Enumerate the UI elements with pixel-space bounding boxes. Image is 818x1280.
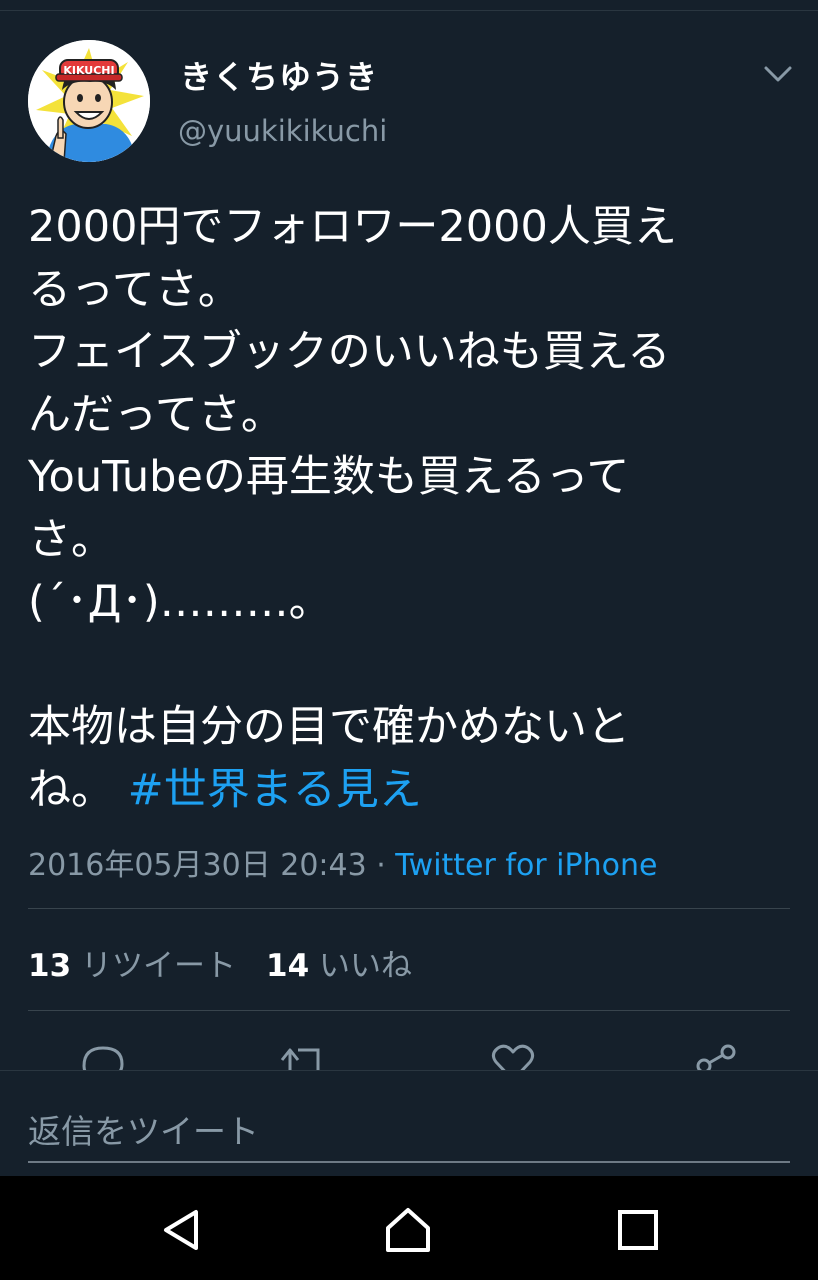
likes-stat[interactable]: 14 いいね [266,948,412,984]
share-icon [696,1044,736,1072]
chevron-down-icon [764,66,792,82]
tweet-text: 2000円でフォロワー2000人買え るってさ。 フェイスブックのいいねも買える… [28,196,788,821]
tweet-line: ね。 [28,764,114,815]
retweet-button[interactable] [278,1040,328,1072]
tweet-timestamp[interactable]: 2016年05月30日 20:43 [28,848,367,883]
retweets-stat[interactable]: 13 リツイート [28,948,236,984]
likes-count: 14 [266,948,310,984]
retweets-label: リツイート [81,948,236,984]
tweet-line: さ。 [28,514,114,565]
tweet-line: (´･Д･)………。 [28,577,332,627]
tweet-line: んだってさ。 [28,389,284,440]
heart-icon [491,1044,535,1072]
retweet-icon [280,1048,320,1072]
user-handle[interactable]: @yuukikikuchi [178,114,387,148]
tweet-stats: 13 リツイート 14 いいね [28,940,412,985]
reply-input[interactable]: 返信をツイート [28,1101,790,1163]
tweet-source-link[interactable]: Twitter for iPhone [395,848,657,883]
tweet-line: 本物は自分の目で確かめないと [28,702,630,752]
back-button[interactable] [156,1204,208,1256]
avatar[interactable]: KIKUCHI [28,40,150,162]
tweet-line: YouTubeの再生数も買えるって [28,452,630,502]
tweet-menu-button[interactable] [760,58,796,88]
retweets-count: 13 [28,948,72,984]
hashtag-link[interactable]: #世界まる見え [128,765,422,815]
tweet-line: フェイスブックのいいねも買える [28,327,671,377]
reply-icon [82,1046,124,1072]
recents-button[interactable] [612,1204,664,1256]
tweet-meta: 2016年05月30日 20:43 · Twitter for iPhone [28,840,657,884]
home-button[interactable] [382,1204,434,1256]
share-button[interactable] [692,1040,742,1072]
avatar-cap-text: KIKUCHI [63,64,114,77]
meta-separator: · [366,848,396,883]
like-button[interactable] [488,1040,538,1072]
tweet-detail-screen: KIKUCHI きくちゆうき @yuukikikuchi 2000円でフォロワー… [0,0,818,1280]
reply-bar: 返信をツイート [0,1070,818,1176]
divider [28,908,790,909]
tweet-line: るってさ。 [28,264,241,315]
divider [28,1010,790,1011]
home-icon [386,1208,430,1252]
avatar-illustration: KIKUCHI [28,40,150,162]
likes-label: いいね [319,948,412,984]
back-triangle-icon [164,1210,198,1250]
display-name[interactable]: きくちゆうき [180,52,378,98]
recents-square-icon [618,1210,658,1250]
tweet-line: 2000円でフォロワー2000人買え [28,202,677,252]
system-navigation-bar [0,1176,818,1280]
reply-button[interactable] [78,1040,128,1072]
top-divider [0,10,818,11]
